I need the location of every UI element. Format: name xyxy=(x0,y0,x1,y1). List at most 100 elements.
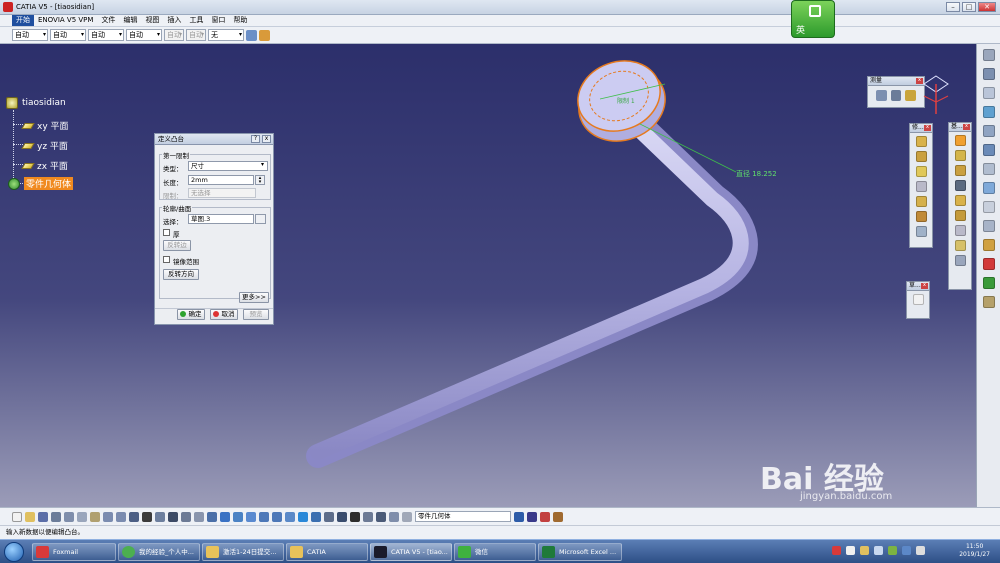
menu-insert[interactable]: 插入 xyxy=(163,15,185,26)
measure-between-icon[interactable] xyxy=(876,90,887,101)
thickness-icon[interactable] xyxy=(915,196,927,207)
menu-edit[interactable]: 编辑 xyxy=(119,15,141,26)
hide-show-icon[interactable] xyxy=(324,511,334,522)
close-button[interactable]: ✕ xyxy=(978,2,996,12)
tray-app-icon[interactable] xyxy=(860,546,869,555)
zoom-out-icon[interactable] xyxy=(272,511,282,522)
open-icon[interactable] xyxy=(25,511,35,522)
pad-icon[interactable] xyxy=(954,135,966,146)
select-arrow-icon[interactable] xyxy=(982,87,995,99)
plane-icon[interactable] xyxy=(982,182,995,194)
length-input[interactable]: 2mm xyxy=(188,175,254,185)
line-weight-select[interactable]: 自动 xyxy=(88,29,124,41)
render-icon[interactable] xyxy=(982,258,995,270)
constraint-icon[interactable] xyxy=(982,163,995,175)
tray-ime-icon[interactable] xyxy=(846,546,855,555)
sketch-analysis-icon[interactable] xyxy=(553,511,563,522)
render-style-icon[interactable] xyxy=(527,511,537,522)
part-design-icon[interactable] xyxy=(982,106,995,118)
apply-material-icon[interactable] xyxy=(982,239,995,251)
menu-help[interactable]: 帮助 xyxy=(229,15,251,26)
normal-view-icon[interactable] xyxy=(285,511,295,522)
ok-button[interactable]: 确定 xyxy=(177,309,205,320)
start-button[interactable] xyxy=(4,542,24,562)
help-icon[interactable] xyxy=(129,511,139,522)
minimize-button[interactable]: – xyxy=(946,2,960,12)
thick-checkbox[interactable] xyxy=(163,229,170,236)
taskbar-item-browser[interactable]: 我的经验_个人中... xyxy=(118,543,200,561)
tray-network-icon[interactable] xyxy=(874,546,883,555)
shaft-icon[interactable] xyxy=(954,165,966,176)
taskbar-item-foxmail[interactable]: Foxmail xyxy=(32,543,116,561)
analysis-icon[interactable] xyxy=(982,220,995,232)
close-icon[interactable]: x xyxy=(921,283,928,289)
tray-shield-icon[interactable] xyxy=(888,546,897,555)
taskbar-item-folder-catia[interactable]: CATIA xyxy=(286,543,368,561)
reverse-direction-button[interactable]: 反转方向 xyxy=(163,269,199,280)
length-spinner[interactable]: ▴ ▾ xyxy=(255,175,265,185)
brush-icon[interactable] xyxy=(259,29,270,41)
workbench-icon[interactable] xyxy=(982,68,995,80)
layer-select[interactable]: 无 xyxy=(208,29,244,41)
slot-icon[interactable] xyxy=(954,225,966,236)
table-icon[interactable] xyxy=(168,511,178,522)
rotate-icon[interactable] xyxy=(246,511,256,522)
loft-icon[interactable] xyxy=(954,255,966,266)
limit-field[interactable]: 无选择 xyxy=(188,188,256,198)
thread-icon[interactable] xyxy=(915,211,927,222)
color-select[interactable]: 自动 xyxy=(12,29,48,41)
help-icon[interactable]: ? xyxy=(251,135,260,143)
taskbar-item-folder-1[interactable]: 激活1-24日提交... xyxy=(202,543,284,561)
new-icon[interactable] xyxy=(12,511,22,522)
print-icon[interactable] xyxy=(51,511,61,522)
draft-icon[interactable] xyxy=(915,166,927,177)
shell-icon[interactable] xyxy=(915,181,927,192)
sketch-icon[interactable] xyxy=(912,294,924,305)
pan-icon[interactable] xyxy=(233,511,243,522)
maximize-button[interactable]: □ xyxy=(962,2,976,12)
limit-label[interactable]: 限制 1 xyxy=(617,96,635,105)
type-select[interactable]: 尺寸 xyxy=(188,161,268,171)
fit-all-icon[interactable] xyxy=(220,511,230,522)
boolean-icon[interactable] xyxy=(982,125,995,137)
catalog-icon[interactable] xyxy=(194,511,204,522)
hole-icon[interactable] xyxy=(954,195,966,206)
menu-view[interactable]: 视图 xyxy=(141,15,163,26)
close-icon[interactable]: x xyxy=(924,125,931,131)
compass-icon[interactable] xyxy=(920,74,952,124)
paste-icon[interactable] xyxy=(90,511,100,522)
close-icon[interactable]: x xyxy=(262,135,271,143)
3d-viewport[interactable]: 直径 18.252 限制 1 tiaosidian xy 平面 yz 平面 zx… xyxy=(0,44,976,507)
tree-item-zx-plane[interactable]: zx 平面 xyxy=(21,159,68,172)
taskbar-item-excel[interactable]: Microsoft Excel ... xyxy=(538,543,622,561)
zoom-in-icon[interactable] xyxy=(259,511,269,522)
menu-window[interactable]: 窗口 xyxy=(207,15,229,26)
tray-monitor-icon[interactable] xyxy=(902,546,911,555)
cancel-button[interactable]: 取消 xyxy=(210,309,238,320)
gear-icon[interactable] xyxy=(982,49,995,61)
fillet-icon[interactable] xyxy=(915,136,927,147)
transparency-select[interactable]: 自动 xyxy=(50,29,86,41)
axis-icon[interactable] xyxy=(982,201,995,213)
profile-select-field[interactable]: 草图.3 xyxy=(188,214,254,224)
menu-start[interactable]: 开始 xyxy=(12,15,34,26)
comment-icon[interactable] xyxy=(155,511,165,522)
groove-icon[interactable] xyxy=(954,180,966,191)
undo-icon[interactable] xyxy=(103,511,113,522)
knowledge-icon[interactable] xyxy=(181,511,191,522)
annotation-icon[interactable] xyxy=(982,296,995,308)
units-icon[interactable] xyxy=(376,511,386,522)
painter-icon[interactable] xyxy=(246,29,257,41)
body-select[interactable]: 零件几何体 xyxy=(415,511,511,522)
measure-item-icon[interactable] xyxy=(890,90,902,101)
ime-indicator[interactable]: 英 xyxy=(791,0,835,38)
sketch-edit-icon[interactable] xyxy=(255,214,266,224)
reverse-side-button[interactable]: 反转边 xyxy=(163,240,191,251)
redo-icon[interactable] xyxy=(116,511,126,522)
menu-tools[interactable]: 工具 xyxy=(185,15,207,26)
close-icon[interactable]: x xyxy=(963,124,970,130)
tray-volume-icon[interactable] xyxy=(916,546,925,555)
cut-icon[interactable] xyxy=(64,511,74,522)
taskbar-item-catia[interactable]: CATIA V5 - [tiao... xyxy=(370,543,452,561)
update-icon[interactable] xyxy=(514,511,524,522)
